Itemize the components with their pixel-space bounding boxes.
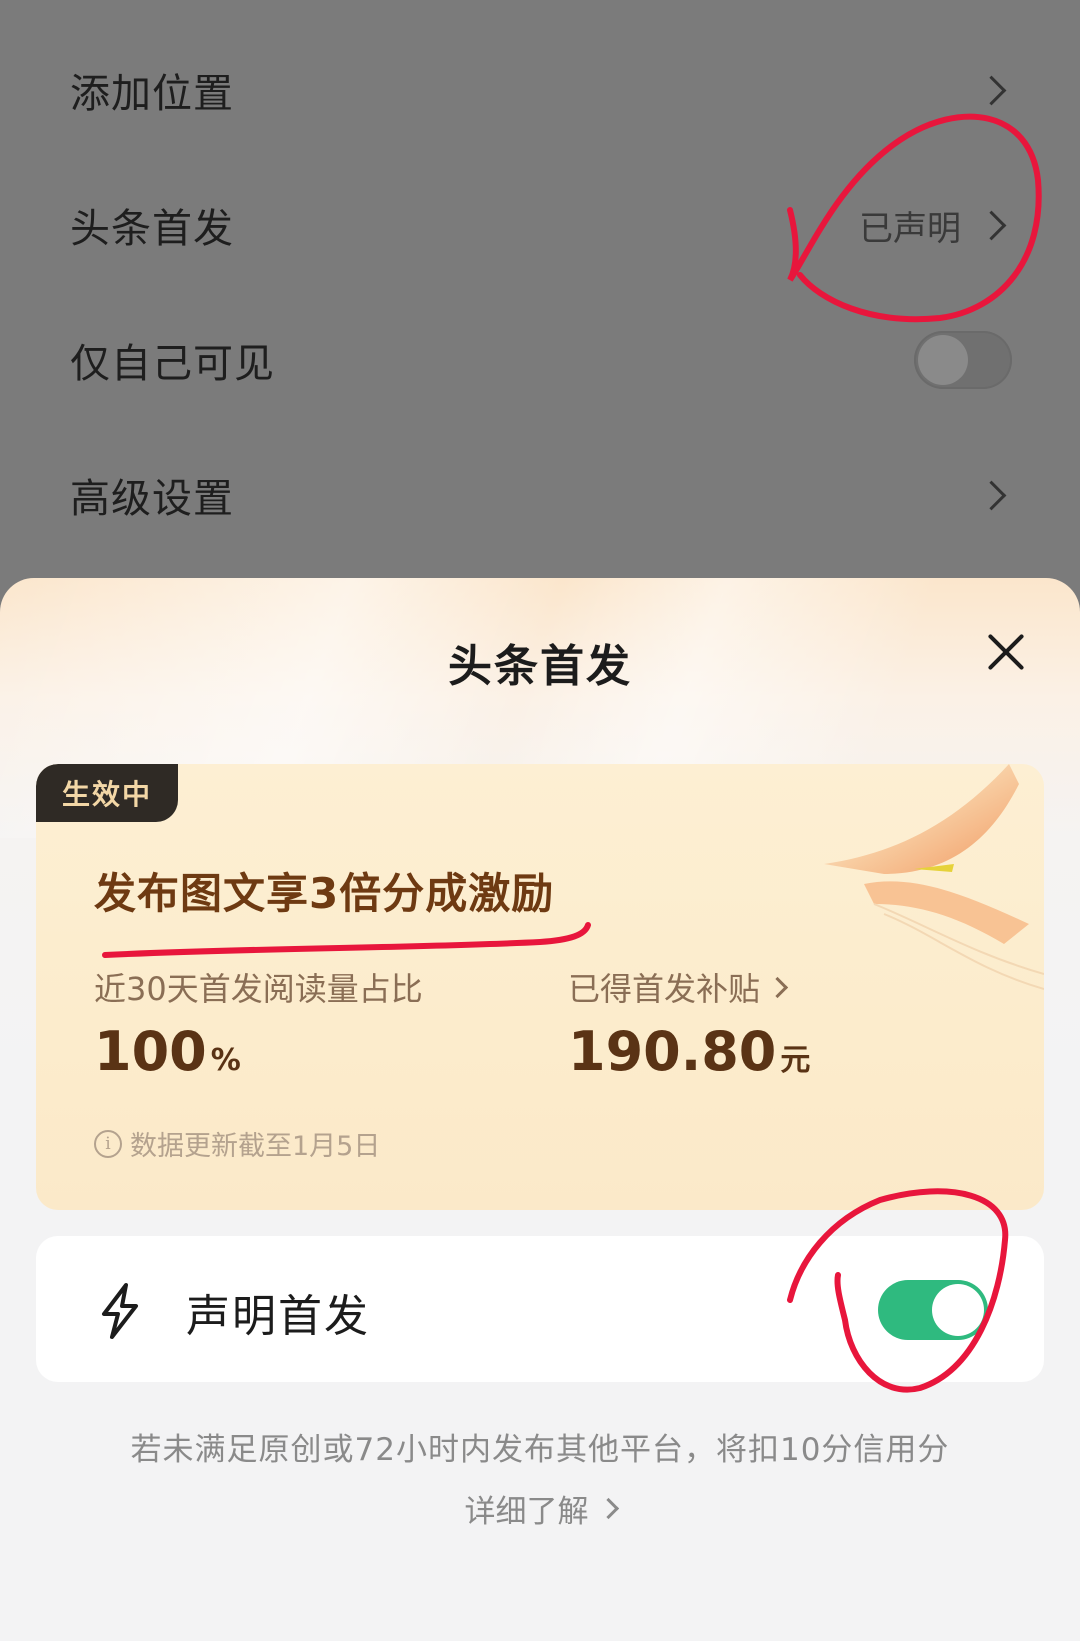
learn-more-link[interactable]: 详细了解 — [0, 1486, 1080, 1531]
incentive-card: 生效中 发布图文享3倍分成激励 近30天首发阅读量占比 100% 已得首发补贴 … — [36, 764, 1044, 1210]
subsidy-label-text: 已得首发补贴 — [568, 970, 761, 1008]
ribbon-decoration — [824, 764, 1044, 990]
subsidy-unit: 元 — [780, 1043, 811, 1078]
declare-toggle[interactable] — [878, 1280, 988, 1340]
settings-row-label: 高级设置 — [70, 476, 234, 522]
learn-more-text: 详细了解 — [464, 1494, 589, 1530]
read-ratio-label: 近30天首发阅读量占比 — [94, 964, 423, 1010]
read-ratio-unit: % — [210, 1043, 241, 1078]
lightning-icon — [102, 1283, 138, 1339]
first-publish-sheet: 头条首发 生效中 发布图文享3倍分成激励 近30天首发阅读量占比 100% 已得… — [0, 578, 1080, 1641]
penalty-note: 若未满足原创或72小时内发布其他平台，将扣10分信用分 — [130, 1432, 950, 1468]
settings-row-only-me: 仅自己可见 — [0, 310, 1080, 410]
settings-list: 添加位置 头条首发 已声明 仅自己可见 高级设置 — [0, 0, 1080, 600]
chevron-right-icon — [976, 210, 1007, 240]
chevron-right-icon — [976, 480, 1007, 510]
declared-status: 已声明 — [859, 208, 961, 249]
settings-row-first-publish[interactable]: 头条首发 已声明 — [0, 175, 1080, 275]
chevron-right-icon — [976, 75, 1007, 105]
update-note-text: 数据更新截至1月5日 — [130, 1131, 381, 1162]
settings-row-add-location[interactable]: 添加位置 — [0, 40, 1080, 140]
declare-first-publish-row: 声明首发 — [36, 1236, 1044, 1382]
settings-row-label: 头条首发 — [70, 206, 234, 252]
subsidy-label[interactable]: 已得首发补贴 — [568, 964, 789, 1010]
declare-label: 声明首发 — [186, 1291, 370, 1342]
close-icon[interactable] — [984, 630, 1028, 674]
read-ratio-number: 100 — [94, 1020, 207, 1083]
settings-row-label: 仅自己可见 — [70, 341, 275, 387]
chevron-right-icon — [766, 976, 789, 998]
settings-row-advanced[interactable]: 高级设置 — [0, 445, 1080, 545]
update-note: i 数据更新截至1月5日 — [94, 1124, 380, 1163]
active-badge: 生效中 — [36, 764, 179, 822]
subsidy-number: 190.80 — [568, 1020, 777, 1083]
toggle-knob — [932, 1284, 984, 1336]
sheet-title: 头条首发 — [448, 641, 632, 692]
toggle-knob — [918, 335, 968, 385]
info-icon: i — [94, 1129, 122, 1158]
subsidy-value: 190.80 元 — [568, 1020, 810, 1083]
incentive-headline: 发布图文享3倍分成激励 — [94, 869, 555, 918]
read-ratio-value: 100% — [94, 1020, 241, 1083]
read-ratio-label-text: 近30天首发阅读量占比 — [94, 970, 423, 1008]
chevron-right-icon — [597, 1497, 619, 1520]
only-me-toggle[interactable] — [914, 331, 1012, 389]
settings-row-label: 添加位置 — [70, 71, 234, 117]
